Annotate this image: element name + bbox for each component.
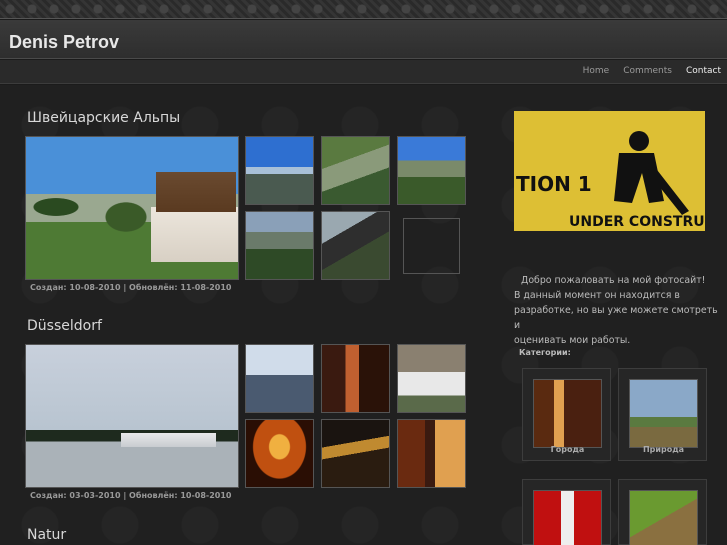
category-tile[interactable] [522,479,611,545]
thumbnail[interactable] [397,419,466,488]
under-construction-image: TION 1 UNDER CONSTRU [514,111,705,231]
album-cover-dusseldorf[interactable] [25,344,239,488]
top-pattern-band [0,0,727,19]
nav-home-link[interactable]: Home [583,66,610,76]
album-cover-swiss-alps[interactable] [25,136,239,280]
welcome-line: В данный момент он находится в [514,290,680,301]
thumbnail[interactable] [321,211,390,280]
welcome-line: разработке, но вы уже можете смотреть и [514,305,718,331]
category-thumbnail[interactable] [533,379,602,448]
category-cities[interactable]: Города [522,368,611,461]
thumbnail[interactable] [397,136,466,205]
sign-text-line1: TION 1 [516,172,592,196]
nav-contact-link[interactable]: Contact [686,66,721,76]
thumbnail[interactable] [245,211,314,280]
album-title-natur[interactable]: Natur [27,527,66,543]
sign-text-line2: UNDER CONSTRU [569,214,705,230]
welcome-line: оценивать мои работы. [514,335,631,346]
thumbnail[interactable] [321,419,390,488]
navbar: Home Comments Contact [0,60,727,84]
category-label[interactable]: Города [523,445,612,454]
category-thumbnail[interactable] [629,379,698,448]
thumbnail[interactable] [245,136,314,205]
category-thumbnail[interactable] [533,490,602,545]
site-title[interactable]: Denis Petrov [9,32,119,53]
category-label[interactable]: Природа [619,445,708,454]
thumbnail[interactable] [245,344,314,413]
welcome-line: Добро пожаловать на мой фотосайт! [521,275,706,286]
thumbnail[interactable] [321,136,390,205]
album-title-dusseldorf[interactable]: Düsseldorf [27,318,102,334]
category-tile[interactable] [618,479,707,545]
album-dates: Создан: 10-08-2010 | Обновлён: 11-08-201… [30,283,232,292]
main-nav: Home Comments Contact [583,66,721,76]
thumbnail[interactable] [397,344,466,413]
category-nature[interactable]: Природа [618,368,707,461]
nav-comments-link[interactable]: Comments [623,66,672,76]
categories-title: Категории: [519,348,571,357]
album-dates: Создан: 03-03-2010 | Обновлён: 10-08-201… [30,491,232,500]
welcome-text: Добро пожаловать на мой фотосайт! В данн… [514,273,719,348]
category-thumbnail[interactable] [629,490,698,545]
thumbnail[interactable] [245,419,314,488]
album-title-swiss-alps[interactable]: Швейцарские Альпы [27,110,180,126]
thumbnail[interactable] [321,344,390,413]
header: Denis Petrov [0,20,727,59]
empty-thumbnail-slot [403,218,460,274]
